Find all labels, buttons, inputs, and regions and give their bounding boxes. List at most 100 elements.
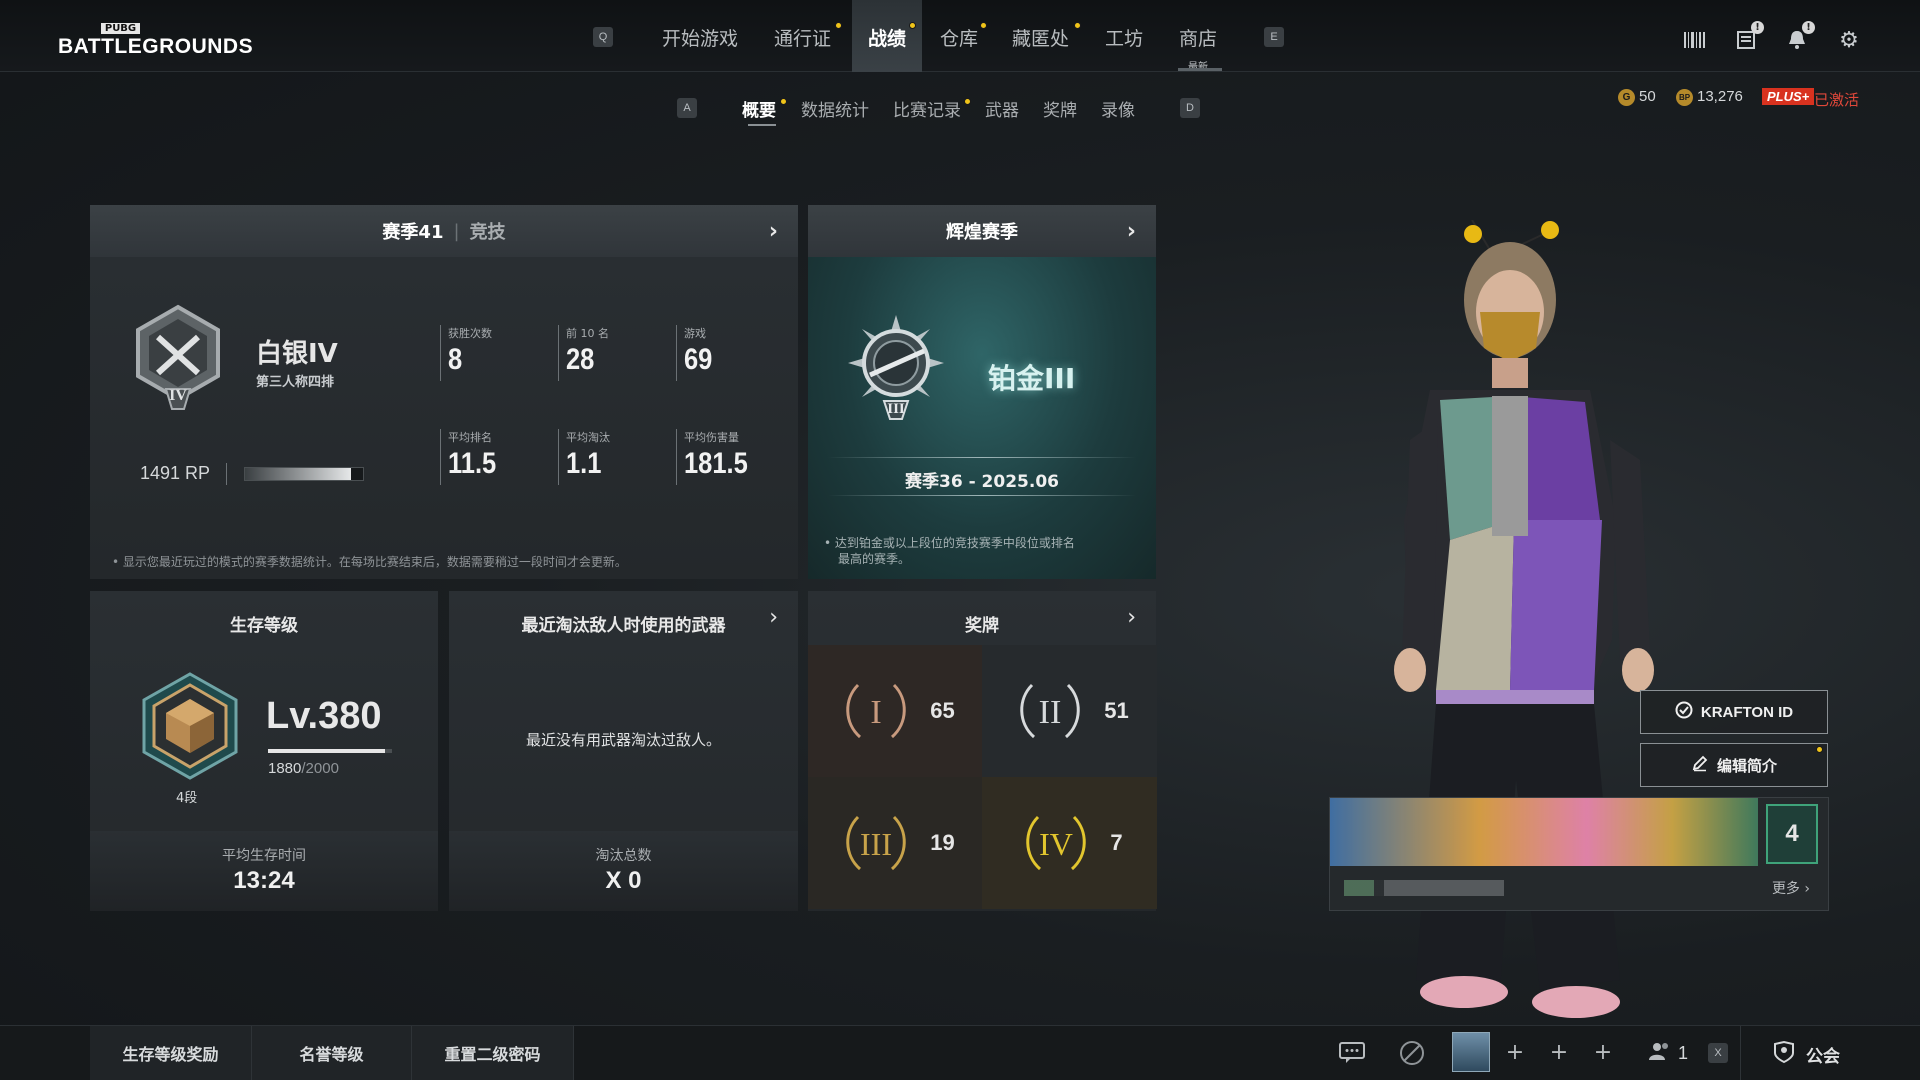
reset-secondary-password-button[interactable]: 重置二级密码	[412, 1026, 574, 1080]
xp-readout: 1880/2000	[268, 760, 339, 777]
bp-coin-icon: BP	[1676, 88, 1693, 106]
divider	[676, 325, 677, 381]
subtab-weapons[interactable]: 武器	[985, 96, 1019, 121]
edit-profile-button[interactable]: 编辑简介	[1640, 743, 1828, 787]
honor-level-button[interactable]: 名誉等级	[252, 1026, 412, 1080]
party-count[interactable]: 1	[1648, 1040, 1688, 1067]
kills-value: X 0	[605, 867, 642, 894]
recent-weapon-panel[interactable]: 最近淘汰敌人时使用的武器 › 最近没有用武器淘汰过敌人。 淘汰总数 X 0	[449, 591, 798, 911]
medal-3-count: 19	[930, 830, 955, 855]
avg-survival-label: 平均生存时间	[222, 848, 306, 864]
platinum-rank-emblem: III	[846, 313, 946, 427]
nav-tab-inventory[interactable]: 仓库	[940, 24, 978, 51]
clan-button[interactable]: 公会	[1772, 1040, 1840, 1069]
krafton-id-button[interactable]: KRAFTON ID	[1640, 690, 1828, 734]
medal-2-count: 51	[1104, 698, 1129, 723]
glory-footnote: • 达到铂金或以上段位的竞技赛季中段位或排名 最高的赛季。	[824, 536, 1075, 566]
logo-main-text: BATTLEGROUNDS	[58, 35, 254, 58]
subnav-prev-key[interactable]: A	[677, 98, 697, 118]
player-nameplate[interactable]: 4 更多 ›	[1329, 797, 1829, 911]
nameplate-blurred-name	[1344, 880, 1504, 896]
divider	[558, 429, 559, 485]
subtab-active-underline	[748, 124, 776, 126]
nav-tab-career[interactable]: 战绩	[852, 0, 923, 72]
kills-label: 淘汰总数	[595, 848, 652, 864]
plus-badge[interactable]: PLUS+	[1762, 88, 1815, 105]
glory-title: 辉煌赛季	[946, 222, 1018, 243]
season-title: 赛季41	[382, 222, 444, 243]
chat-icon[interactable]	[1337, 1040, 1367, 1066]
survival-title: 生存等级	[230, 616, 298, 636]
subnav-next-key[interactable]: D	[1180, 98, 1200, 118]
medal-tier-2[interactable]: II 51	[982, 645, 1157, 777]
more-link[interactable]: 更多 ›	[1772, 878, 1810, 898]
nav-next-key[interactable]: E	[1264, 27, 1284, 47]
medal-tier-4[interactable]: IV 7	[982, 777, 1157, 909]
top10-value: 28	[566, 343, 595, 376]
g-coin-balance[interactable]: G 50	[1618, 88, 1656, 106]
subtab-replays[interactable]: 录像	[1101, 96, 1135, 121]
rp-progress-fill	[245, 468, 352, 480]
chevron-right-icon[interactable]: ›	[769, 219, 778, 244]
nav-tab-play[interactable]: 开始游戏	[662, 24, 738, 51]
plus-status: 已激活	[1814, 91, 1860, 109]
news-alert-icon: !	[1751, 21, 1764, 34]
divider	[440, 325, 441, 381]
chevron-right-icon[interactable]: ›	[769, 605, 778, 630]
xp-progress-bar	[268, 749, 392, 753]
add-party-slot-icon[interactable]: +	[1500, 1040, 1530, 1066]
medal-tier-1[interactable]: I 65	[808, 645, 983, 777]
xp-progress-fill	[268, 749, 385, 753]
notification-dot	[980, 22, 987, 29]
season-panel-header[interactable]: 赛季41 | 竞技 ›	[90, 205, 798, 257]
barcode-icon[interactable]	[1682, 28, 1708, 54]
notification-dot	[1074, 22, 1081, 29]
season-mode: 竞技	[469, 222, 506, 243]
season-stats-panel: 赛季41 | 竞技 › IV 白银IV 第三人称四排 1491 RP 获胜次数 …	[90, 205, 798, 579]
weapon-empty-message: 最近没有用武器淘汰过敌人。	[525, 731, 721, 749]
avg-rank-value: 11.5	[448, 447, 497, 480]
nav-tab-pass[interactable]: 通行证	[774, 24, 831, 51]
chevron-right-icon[interactable]: ›	[1127, 605, 1136, 630]
survival-rewards-button[interactable]: 生存等级奖励	[90, 1026, 252, 1080]
no-voice-icon[interactable]	[1397, 1040, 1427, 1066]
subtab-medals[interactable]: 奖牌	[1043, 96, 1077, 121]
medal-tier-3[interactable]: III 19	[808, 777, 983, 909]
clan-icon	[1772, 1040, 1796, 1069]
survival-level: Lv.380	[266, 695, 382, 737]
bp-balance[interactable]: BP 13,276	[1676, 88, 1743, 106]
users-icon	[1648, 1040, 1672, 1067]
medals-title: 奖牌	[965, 616, 999, 636]
glory-rank-name: 铂金III	[988, 362, 1076, 395]
nav-tab-store[interactable]: 商店	[1179, 24, 1217, 51]
glory-rank-numeral: III	[887, 401, 905, 417]
rank-points: 1491 RP	[140, 463, 211, 483]
rank-numeral: IV	[169, 387, 187, 404]
nav-prev-key[interactable]: Q	[593, 27, 613, 47]
party-member-avatar[interactable]	[1452, 1032, 1490, 1072]
nav-tab-workshop[interactable]: 工坊	[1105, 24, 1143, 51]
season-footnote: • 显示您最近玩过的模式的赛季数据统计。在每场比赛结束后，数据需要稍过一段时间才…	[112, 555, 627, 569]
subtab-match-history[interactable]: 比赛记录	[893, 96, 961, 121]
add-party-slot-icon[interactable]: +	[1544, 1040, 1574, 1066]
glory-season-label: 赛季36 - 2025.06	[905, 472, 1059, 492]
notification-dot	[780, 98, 787, 105]
glory-panel-header[interactable]: 辉煌赛季 ›	[808, 205, 1156, 257]
add-party-slot-icon[interactable]: +	[1588, 1040, 1618, 1066]
subtab-overview[interactable]: 概要	[742, 96, 776, 121]
rp-progress-bar	[244, 467, 364, 481]
party-key[interactable]: X	[1708, 1043, 1728, 1063]
chevron-right-icon[interactable]: ›	[1127, 219, 1136, 244]
laurel-icon: I	[846, 683, 906, 739]
nav-tab-stash[interactable]: 藏匿处	[1012, 24, 1069, 51]
gear-icon[interactable]: ⚙	[1836, 28, 1862, 54]
store-tab-underline	[1178, 68, 1222, 71]
bell-alert-icon: !	[1802, 21, 1815, 34]
svg-text:IV: IV	[1039, 826, 1073, 862]
pencil-icon	[1691, 754, 1709, 776]
subtab-statistics[interactable]: 数据统计	[801, 96, 869, 121]
divider	[440, 429, 441, 485]
g-coin-icon: G	[1618, 88, 1635, 106]
logo-small-text: PUBG	[100, 23, 141, 34]
laurel-icon: IV	[1026, 815, 1087, 871]
